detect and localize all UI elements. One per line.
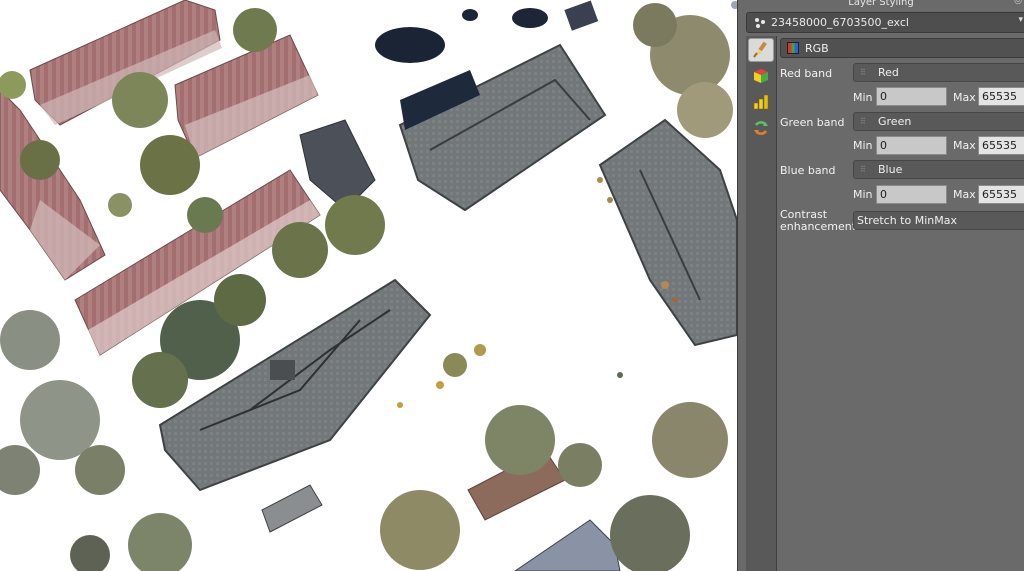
- point-cloud-layer-icon: [753, 16, 767, 30]
- green-band-label: Green band: [780, 116, 845, 129]
- histogram-icon: [753, 94, 769, 110]
- green-band-value: Green: [878, 115, 912, 128]
- tab-3d-view[interactable]: [748, 64, 774, 88]
- tab-symbology[interactable]: [748, 38, 774, 62]
- contrast-select[interactable]: Stretch to MinMax: [853, 211, 1024, 230]
- layer-select[interactable]: 23458000_6703500_excl ▾: [746, 12, 1024, 33]
- panel-title: Layer Styling ◎: [738, 0, 1024, 9]
- tab-history[interactable]: [748, 116, 774, 140]
- tab-histogram[interactable]: [748, 90, 774, 114]
- drag-grip-icon: ⠿: [860, 165, 866, 174]
- red-max-label: Max: [953, 91, 976, 104]
- red-band-select[interactable]: ⠿ Red: [853, 63, 1024, 82]
- blue-band-select[interactable]: ⠿ Blue: [853, 160, 1024, 179]
- red-min-label: Min: [853, 91, 873, 104]
- green-max-input[interactable]: 65535: [978, 136, 1024, 155]
- blue-max-label: Max: [953, 188, 976, 201]
- red-min-input[interactable]: 0: [876, 87, 947, 106]
- building-flat-roof: [598, 118, 737, 347]
- green-band-select[interactable]: ⠿ Green: [853, 112, 1024, 131]
- blue-band-label: Blue band: [780, 164, 836, 177]
- paintbrush-icon: [753, 41, 767, 58]
- red-band-value: Red: [878, 66, 899, 79]
- building-flat-roof: [398, 43, 607, 212]
- blue-band-value: Blue: [878, 163, 903, 176]
- layer-name: 23458000_6703500_excl: [771, 16, 909, 29]
- blue-min-input[interactable]: 0: [876, 185, 947, 204]
- green-max-label: Max: [953, 139, 976, 152]
- point-cloud-view[interactable]: [0, 0, 737, 571]
- drag-grip-icon: ⠿: [860, 117, 866, 126]
- building-flat-roof: [261, 484, 323, 533]
- map-canvas[interactable]: [0, 0, 737, 571]
- 3d-cube-icon: [754, 69, 768, 83]
- panel-title-text: Layer Styling: [848, 0, 914, 8]
- chevron-down-icon: ▾: [1018, 15, 1023, 25]
- renderer-label: RGB: [805, 41, 829, 55]
- float-icon[interactable]: ◎: [1014, 0, 1022, 7]
- blue-min-label: Min: [853, 188, 873, 201]
- contrast-label-line2: enhancement: [780, 220, 857, 233]
- building-flat-roof: [514, 519, 621, 571]
- renderer-select[interactable]: RGB: [780, 38, 1024, 58]
- green-min-label: Min: [853, 139, 873, 152]
- styling-tabs: [746, 36, 777, 571]
- layer-styling-panel: Layer Styling ◎ 23458000_6703500_excl ▾: [737, 0, 1024, 571]
- blue-max-input[interactable]: 65535: [978, 185, 1024, 204]
- red-band-label: Red band: [780, 67, 833, 80]
- contrast-value: Stretch to MinMax: [857, 214, 957, 227]
- drag-grip-icon: ⠿: [860, 68, 866, 77]
- green-min-input[interactable]: 0: [876, 136, 947, 155]
- rgb-renderer-icon: [787, 42, 799, 54]
- red-max-input[interactable]: 65535: [978, 87, 1024, 106]
- history-icon: [754, 121, 768, 135]
